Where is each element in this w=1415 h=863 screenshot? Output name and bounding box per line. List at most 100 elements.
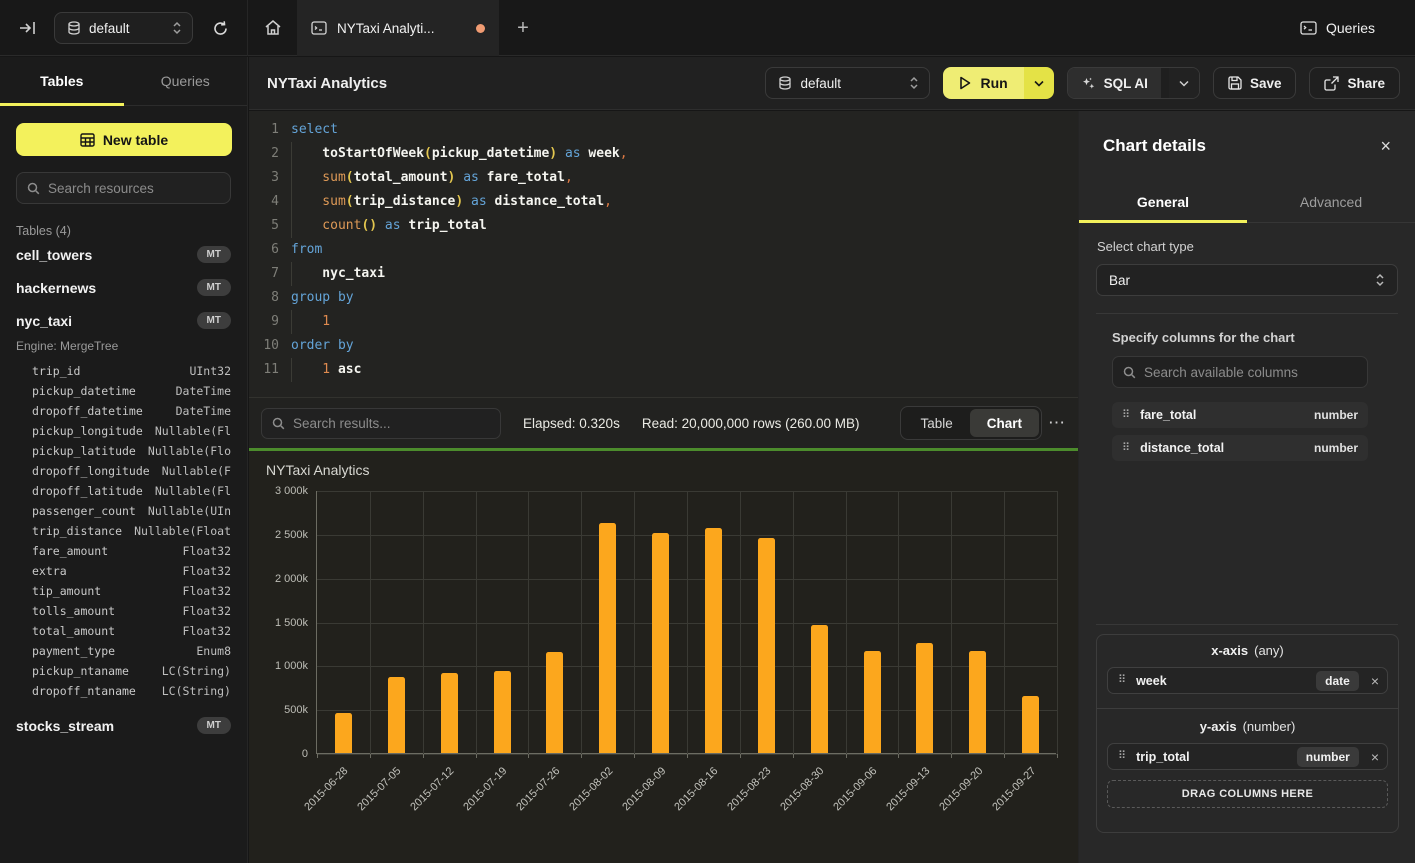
share-button[interactable]: Share — [1309, 67, 1400, 99]
drag-handle-icon[interactable]: ⠿ — [1122, 443, 1130, 454]
chart-bar — [441, 673, 458, 753]
column-type: Float32 — [183, 624, 231, 638]
gridline — [476, 491, 477, 754]
column-type: LC(String) — [162, 664, 231, 678]
gridline — [581, 491, 582, 754]
tab-advanced[interactable]: Advanced — [1247, 181, 1415, 222]
drag-handle-icon[interactable]: ⠿ — [1118, 675, 1126, 686]
column-name: trip_id — [32, 364, 80, 378]
sidebar-search-input[interactable] — [48, 181, 220, 196]
column-name: tolls_amount — [32, 604, 115, 618]
collapse-sidebar-icon[interactable] — [14, 15, 40, 41]
column-type: UInt32 — [189, 364, 231, 378]
code-line[interactable]: 6from — [249, 238, 1078, 262]
chart-bar — [599, 523, 616, 753]
gridline — [687, 491, 688, 754]
results-search-input[interactable] — [293, 416, 490, 431]
close-icon[interactable]: × — [1380, 136, 1391, 157]
queries-icon — [1300, 21, 1317, 35]
toggle-chart[interactable]: Chart — [970, 409, 1039, 437]
gridline — [634, 491, 635, 754]
run-database-selector[interactable]: default — [765, 67, 930, 99]
column-name: distance_total — [1140, 441, 1304, 455]
table-item-hackernews[interactable]: hackernews MT — [0, 271, 247, 304]
save-icon — [1228, 76, 1242, 90]
axis-tick — [423, 754, 424, 758]
drag-handle-icon[interactable]: ⠿ — [1118, 751, 1126, 762]
table-item-nyc-taxi[interactable]: nyc_taxi MT — [0, 304, 247, 337]
database-icon — [778, 76, 792, 91]
gridline — [423, 491, 424, 754]
queries-shortcut[interactable]: Queries — [1300, 0, 1375, 56]
sidebar-tab-queries[interactable]: Queries — [124, 57, 248, 105]
code-line[interactable]: 7nyc_taxi — [249, 262, 1078, 286]
sparkles-icon — [1081, 76, 1096, 91]
code-line[interactable]: 2toStartOfWeek(pickup_datetime) as week, — [249, 142, 1078, 166]
table-item-cell-towers[interactable]: cell_towers MT — [0, 238, 247, 271]
code-text: group by — [291, 286, 354, 310]
code-line[interactable]: 5count() as trip_total — [249, 214, 1078, 238]
chart-bar — [494, 671, 511, 753]
code-line[interactable]: 8group by — [249, 286, 1078, 310]
sql-ai-button[interactable]: SQL AI — [1068, 68, 1161, 98]
database-selector[interactable]: default — [54, 12, 193, 44]
code-text: count() as trip_total — [291, 214, 487, 238]
axis-tick — [740, 754, 741, 758]
panel-title: Chart details — [1103, 136, 1380, 156]
code-line[interactable]: 3sum(total_amount) as fare_total, — [249, 166, 1078, 190]
sql-ai-split-button: SQL AI — [1067, 67, 1200, 99]
gridline — [846, 491, 847, 754]
tab-general[interactable]: General — [1079, 181, 1247, 222]
gridline — [370, 491, 371, 754]
code-line[interactable]: 91 — [249, 310, 1078, 334]
column-type: Float32 — [183, 604, 231, 618]
code-text: nyc_taxi — [291, 262, 385, 286]
run-options-button[interactable] — [1024, 67, 1054, 99]
table-item-stocks-stream[interactable]: stocks_stream MT — [0, 709, 247, 742]
available-column-row[interactable]: ⠿distance_totalnumber — [1112, 435, 1368, 461]
refresh-icon[interactable] — [207, 15, 233, 41]
sql-ai-options-button[interactable] — [1169, 68, 1199, 98]
axis-tick — [476, 754, 477, 758]
updown-chevron-icon — [909, 76, 919, 90]
query-tab-icon — [311, 21, 327, 35]
chart-type-select[interactable]: Bar — [1096, 264, 1398, 296]
drop-zone[interactable]: DRAG COLUMNS HERE — [1107, 780, 1388, 808]
axis-config-box: x-axis(any) ⠿weekdate× y-axis(number) ⠿t… — [1096, 634, 1399, 833]
more-options-icon[interactable]: ⋯ — [1048, 413, 1066, 433]
axis-column-row[interactable]: ⠿weekdate× — [1107, 667, 1388, 694]
chart-title: NYTaxi Analytics — [266, 462, 369, 478]
drag-handle-icon[interactable]: ⠿ — [1122, 410, 1130, 421]
code-text: sum(total_amount) as fare_total, — [291, 166, 573, 190]
sql-editor[interactable]: 1select2toStartOfWeek(pickup_datetime) a… — [249, 111, 1078, 397]
queries-label: Queries — [1326, 20, 1375, 36]
column-row: fare_amountFloat32 — [0, 541, 247, 561]
y-axis-items: ⠿trip_totalnumber× — [1107, 743, 1388, 770]
code-line[interactable]: 10order by — [249, 334, 1078, 358]
tab-nytaxi-analytics[interactable]: NYTaxi Analyti... — [297, 0, 499, 56]
remove-icon[interactable]: × — [1371, 673, 1379, 689]
new-tab-button[interactable]: + — [499, 0, 547, 56]
home-icon[interactable] — [249, 0, 297, 56]
axis-tick — [317, 754, 318, 758]
toggle-table[interactable]: Table — [903, 409, 969, 437]
line-number: 6 — [249, 238, 279, 262]
gridline — [898, 491, 899, 754]
run-button[interactable]: Run — [943, 67, 1023, 99]
engine-badge: MT — [197, 717, 231, 734]
remove-icon[interactable]: × — [1371, 749, 1379, 765]
code-line[interactable]: 4sum(trip_distance) as distance_total, — [249, 190, 1078, 214]
gridline — [793, 491, 794, 754]
code-line[interactable]: 111 asc — [249, 358, 1078, 382]
column-row: tolls_amount Float32 — [0, 601, 247, 621]
column-name: dropoff_longitude — [32, 464, 150, 478]
sidebar-tab-tables[interactable]: Tables — [0, 57, 124, 105]
columns-search-input[interactable] — [1144, 365, 1357, 380]
axis-column-row[interactable]: ⠿trip_totalnumber× — [1107, 743, 1388, 770]
column-name: week — [1136, 674, 1306, 688]
new-table-button[interactable]: New table — [16, 123, 232, 156]
available-column-row[interactable]: ⠿fare_totalnumber — [1112, 402, 1368, 428]
chart-plot[interactable] — [316, 491, 1056, 754]
save-button[interactable]: Save — [1213, 67, 1297, 99]
code-line[interactable]: 1select — [249, 118, 1078, 142]
